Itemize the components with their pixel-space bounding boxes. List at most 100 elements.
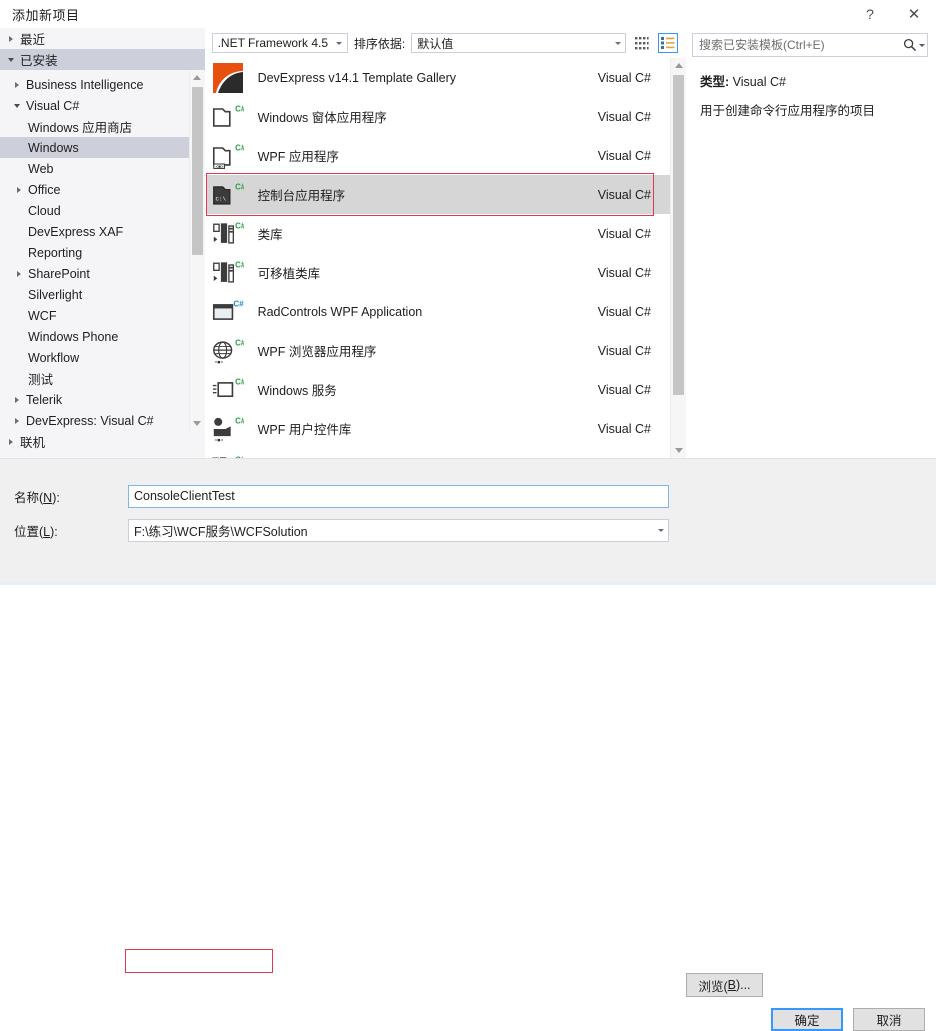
cancel-button[interactable]: 取消 [853, 1008, 925, 1031]
sidebar-item-devexpress-xaf[interactable]: DevExpress XAF [0, 221, 205, 242]
scrollbar-thumb[interactable] [673, 75, 684, 395]
radcontrols-icon: C# [210, 296, 246, 328]
tree-scrollbar[interactable] [189, 70, 205, 431]
scrollbar-thumb[interactable] [192, 87, 203, 255]
scroll-down-icon[interactable] [671, 443, 686, 458]
grid-view-icon[interactable] [632, 33, 652, 53]
chevron-right-icon[interactable] [4, 36, 18, 42]
chevron-down-icon[interactable] [4, 58, 18, 62]
sidebar-item-silverlight[interactable]: Silverlight [0, 284, 205, 305]
browse-button[interactable]: 浏览(B)... [686, 973, 763, 997]
chevron-right-icon[interactable] [12, 187, 26, 193]
tree-node-label: Workflow [26, 351, 79, 365]
template-name: WPF 浏览器应用程序 [246, 341, 377, 360]
template-language: Visual C# [598, 266, 671, 280]
templates-toolbar: .NET Framework 4.5 排序依据: 默认值 [206, 28, 686, 58]
sidebar-item-visual-c[interactable]: Visual C# [0, 95, 205, 116]
sort-dropdown[interactable]: 默认值 [411, 33, 626, 53]
sidebar-item-[interactable]: 测试 [0, 368, 205, 389]
template-name: 控制台应用程序 [246, 185, 346, 204]
sidebar-item-office[interactable]: Office [0, 179, 205, 200]
footer-accent-line [0, 582, 936, 585]
template-row[interactable]: C#类库Visual C# [206, 214, 671, 253]
sidebar-item-windows[interactable]: Windows [0, 137, 205, 158]
sidebar-item-wcf[interactable]: WCF [0, 305, 205, 326]
framework-dropdown[interactable]: .NET Framework 4.5 [212, 33, 348, 53]
page-title: 添加新项目 [0, 5, 80, 24]
templates-scrollbar[interactable] [670, 58, 686, 458]
template-language: Visual C# [598, 305, 671, 319]
sidebar-item-devexpress-visual-c[interactable]: DevExpress: Visual C# [0, 410, 205, 431]
scroll-up-icon[interactable] [671, 58, 686, 73]
template-row[interactable]: <■>C#WPF 浏览器应用程序Visual C# [206, 331, 671, 370]
template-name: DevExpress v14.1 Template Gallery [246, 71, 456, 85]
chevron-down-icon[interactable] [10, 104, 24, 108]
sidebar-item-cloud[interactable]: Cloud [0, 200, 205, 221]
type-label: 类型: [700, 75, 729, 89]
templates-list-wrap: DevExpress v14.1 Template Gallery Visual … [206, 58, 686, 458]
svg-text:C#: C# [235, 260, 244, 269]
sidebar-item-reporting[interactable]: Reporting [0, 242, 205, 263]
template-language: Visual C# [598, 383, 671, 397]
scroll-down-icon[interactable] [190, 416, 205, 431]
tree-node-label: DevExpress XAF [26, 225, 123, 239]
tree-node-label: 测试 [26, 369, 53, 388]
wpf-user-control-icon: <■>C# [210, 413, 246, 445]
tree-node-label: Cloud [26, 204, 61, 218]
sort-value: 默认值 [417, 35, 610, 52]
template-details: 类型: Visual C# 用于创建命令行应用程序的项目 [686, 57, 936, 120]
list-view-icon[interactable] [658, 33, 678, 53]
sidebar-item-[interactable]: 已安装 [0, 49, 205, 70]
template-row[interactable]: <■>C#WPF 应用程序Visual C# [206, 136, 671, 175]
ok-button[interactable]: 确定 [771, 1008, 843, 1031]
template-row[interactable]: C#Windows 服务Visual C# [206, 370, 671, 409]
sidebar-item-[interactable]: 联机 [0, 431, 205, 452]
category-tree: Business Intelligence Visual C#Windows 应用… [0, 70, 205, 431]
sidebar-item-sharepoint[interactable]: SharePoint [0, 263, 205, 284]
window-controls: ? ✕ [848, 0, 936, 28]
template-name: 类库 [246, 224, 283, 243]
svg-text:<■>: <■> [215, 163, 223, 168]
chevron-right-icon[interactable] [4, 439, 18, 445]
template-row[interactable]: DevExpress v14.1 Template Gallery Visual … [206, 58, 671, 97]
tree-node-label: Business Intelligence [24, 78, 143, 92]
search-input[interactable] [693, 37, 901, 53]
template-row[interactable]: C#可移植类库Visual C# [206, 253, 671, 292]
template-row[interactable]: C:\C#控制台应用程序Visual C# [206, 175, 671, 214]
templates-list: DevExpress v14.1 Template Gallery Visual … [206, 58, 671, 458]
framework-value: .NET Framework 4.5 [218, 36, 332, 50]
template-language: Visual C# [598, 71, 671, 85]
sidebar-item-windows[interactable]: Windows 应用商店 [0, 116, 205, 137]
devexpress-logo-icon [210, 62, 246, 94]
location-input[interactable]: F:\练习\WCF服务\WCFSolution [128, 519, 669, 542]
chevron-right-icon[interactable] [12, 271, 26, 277]
sidebar-item-web[interactable]: Web [0, 158, 205, 179]
sidebar-item-windows-phone[interactable]: Windows Phone [0, 326, 205, 347]
chevron-right-icon[interactable] [10, 82, 24, 88]
template-row[interactable]: <■>C#WPF 用户控件库Visual C# [206, 409, 671, 448]
search-icon[interactable] [901, 38, 927, 52]
chevron-right-icon[interactable] [10, 397, 24, 403]
scroll-up-icon[interactable] [190, 70, 205, 85]
chevron-down-icon[interactable] [653, 529, 668, 532]
chevron-right-icon[interactable] [10, 418, 24, 424]
tree-node-label: Windows 应用商店 [26, 117, 132, 136]
name-input-annotation [125, 949, 273, 973]
sidebar-item-workflow[interactable]: Workflow [0, 347, 205, 368]
template-row[interactable]: <■>C#WPF 自定义控件库Visual C# [206, 448, 671, 458]
svg-text:C#: C# [235, 416, 244, 425]
search-box[interactable] [692, 33, 928, 57]
sidebar-item-telerik[interactable]: Telerik [0, 389, 205, 410]
template-row[interactable]: C#Windows 窗体应用程序Visual C# [206, 97, 671, 136]
sidebar-item-[interactable]: 最近 [0, 28, 205, 49]
chevron-down-icon [610, 42, 625, 45]
svg-text:C#: C# [235, 338, 244, 347]
close-icon[interactable]: ✕ [892, 0, 936, 28]
template-language: Visual C# [598, 227, 671, 241]
name-input[interactable]: ConsoleClientTest [128, 485, 669, 508]
sidebar-item-business-intelligence[interactable]: Business Intelligence [0, 74, 205, 95]
help-icon[interactable]: ? [848, 0, 892, 28]
tree-node-label: Office [26, 183, 60, 197]
winforms-icon: C# [210, 101, 246, 133]
template-row[interactable]: C#RadControls WPF ApplicationVisual C# [206, 292, 671, 331]
